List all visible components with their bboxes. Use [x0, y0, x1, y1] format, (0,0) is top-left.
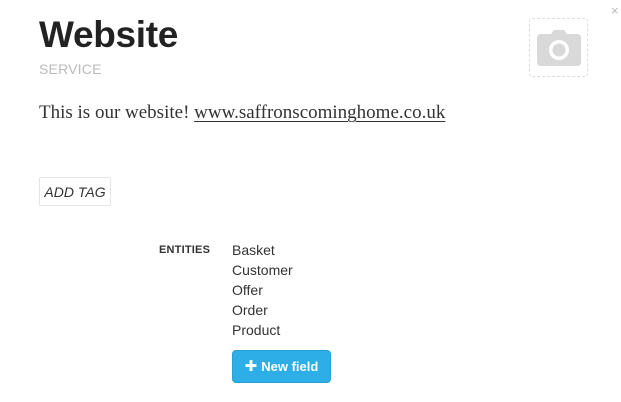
- page-title: Website: [39, 14, 179, 55]
- description: This is our website! www.saffronscomingh…: [39, 101, 445, 125]
- description-text: This is our website!: [39, 102, 195, 123]
- page-subtitle: SERVICE: [39, 61, 102, 77]
- camera-icon: [536, 29, 581, 66]
- plus-icon: ✚: [244, 358, 258, 375]
- list-item: Customer: [232, 262, 293, 278]
- new-field-button[interactable]: ✚ New field: [232, 350, 331, 383]
- service-detail-panel: × Website SERVICE This is our website! w…: [0, 0, 621, 402]
- list-item: Basket: [232, 242, 275, 258]
- close-icon[interactable]: ×: [611, 4, 619, 17]
- list-item: Offer: [232, 282, 263, 298]
- entities-label: ENTITIES: [159, 244, 211, 256]
- add-tag-button[interactable]: ADD TAG: [39, 177, 111, 206]
- entities-list: Basket Customer Offer Order Product: [232, 240, 293, 340]
- list-item: Order: [232, 302, 268, 318]
- new-field-label: New field: [261, 359, 319, 374]
- list-item: Product: [232, 322, 281, 338]
- photo-upload-button[interactable]: [529, 18, 588, 77]
- website-link[interactable]: www.saffronscominghome.co.uk: [194, 102, 445, 123]
